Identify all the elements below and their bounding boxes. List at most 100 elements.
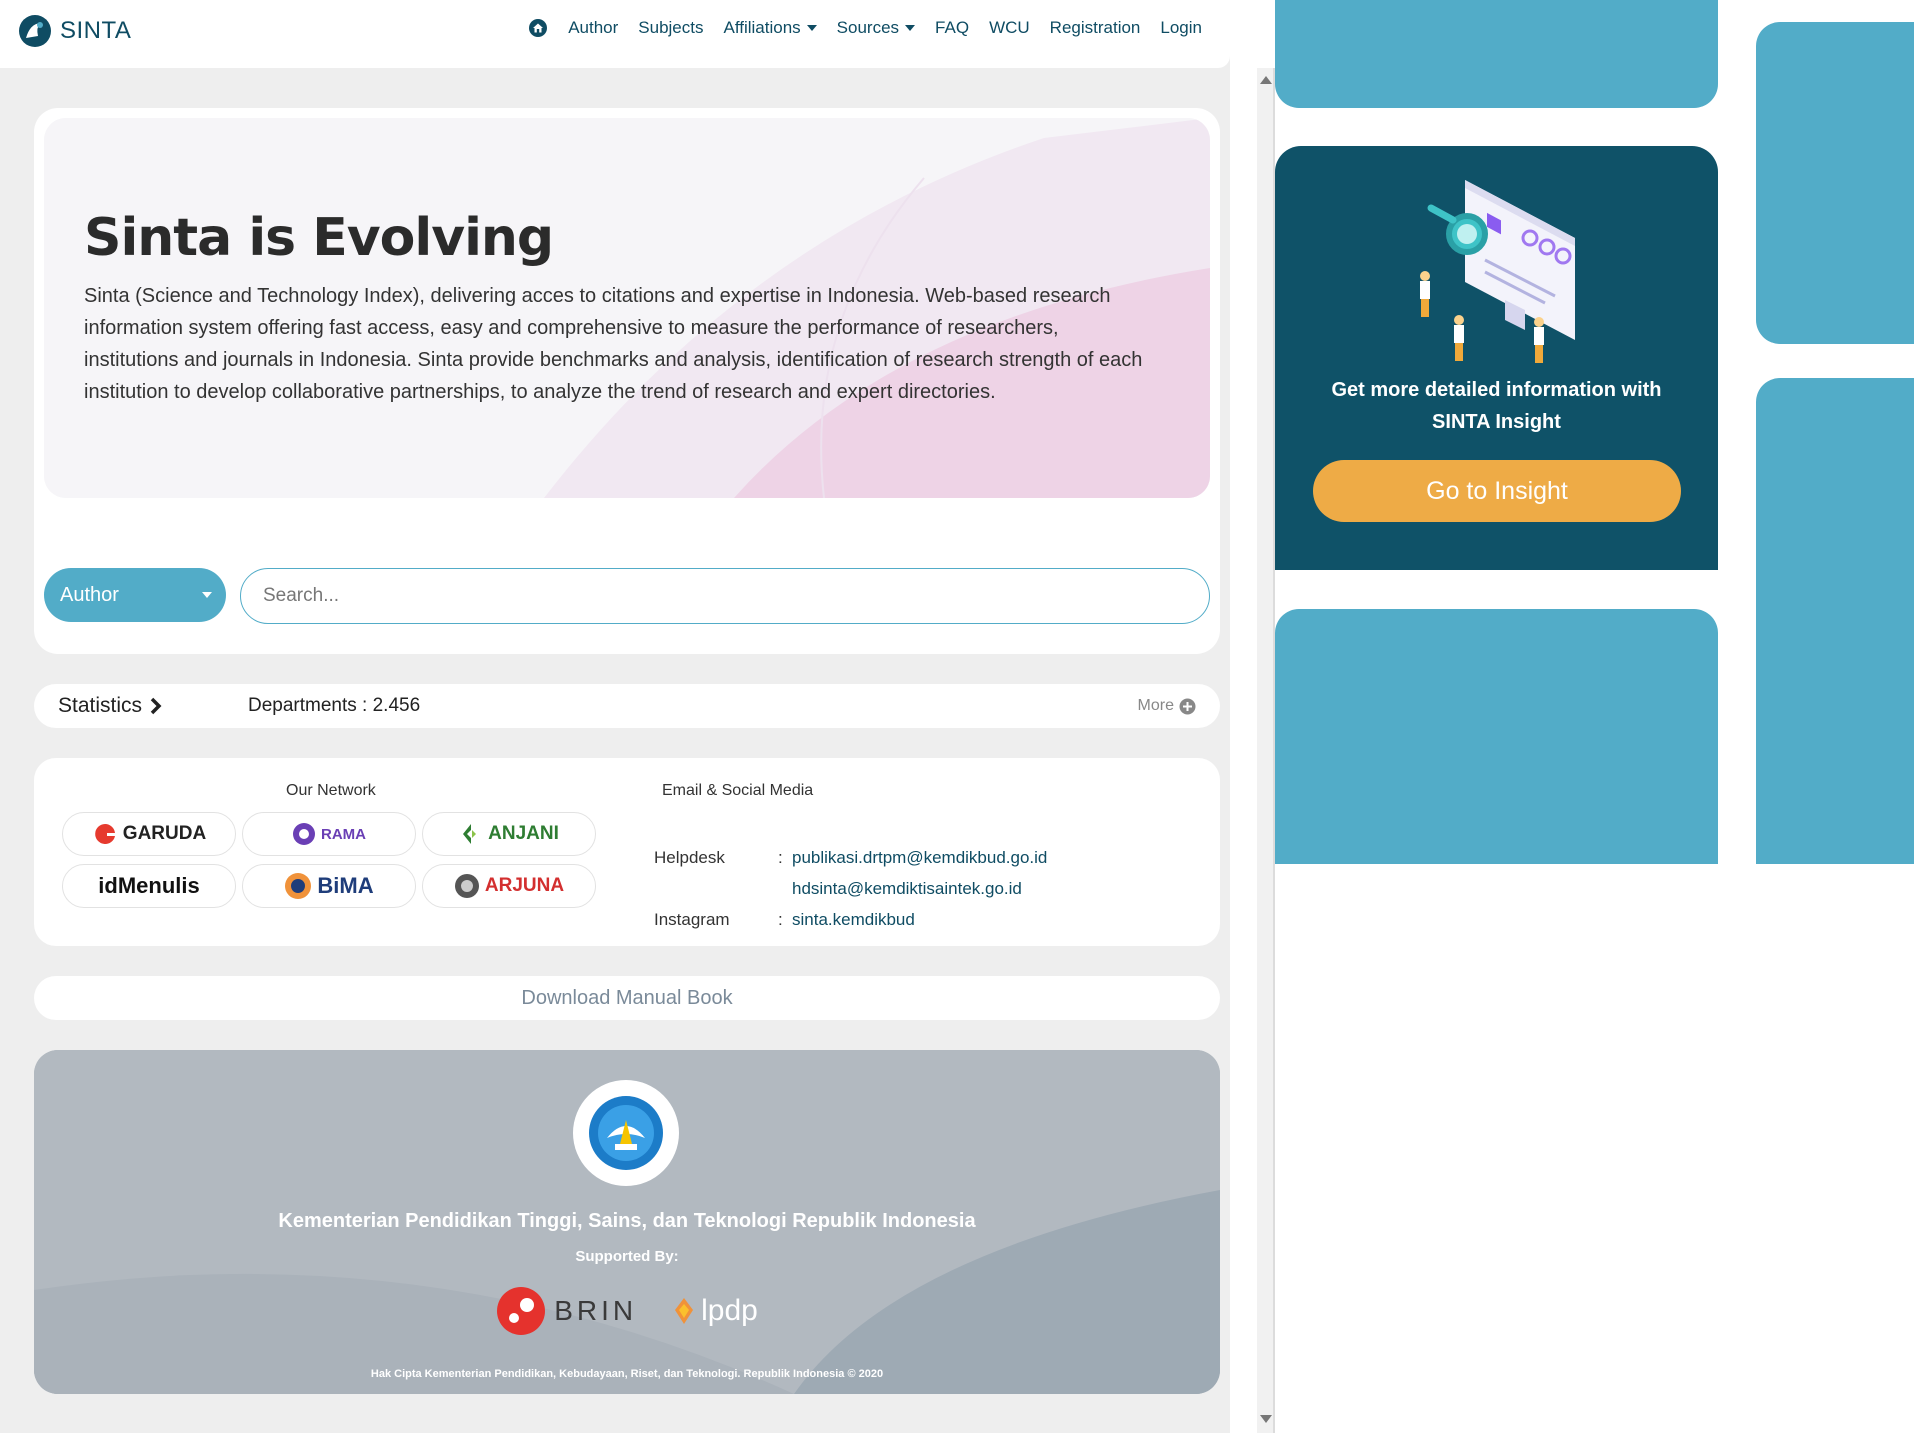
helpdesk-email-1[interactable]: publikasi.drtpm@kemdikbud.go.id — [792, 842, 1047, 873]
nav-registration[interactable]: Registration — [1050, 18, 1141, 38]
search-row: Author — [44, 568, 1210, 624]
search-category-label: Author — [60, 583, 119, 606]
sponsor-lpdp-label: lpdp — [701, 1294, 758, 1327]
nav-home[interactable] — [528, 18, 548, 38]
network-rama-label: RAMA — [321, 825, 366, 843]
ministry-logo — [573, 1080, 679, 1186]
stats-toggle[interactable]: Statistics — [58, 694, 162, 718]
insight-illustration — [1420, 180, 1575, 363]
stats-label: Statistics — [58, 694, 143, 717]
network-arjuna[interactable]: ARJUNA — [422, 864, 596, 908]
nav-links: Author Subjects Affiliations Sources FAQ… — [528, 18, 1202, 38]
home-icon — [529, 19, 548, 37]
chevron-right-icon — [150, 697, 162, 715]
separator: : — [778, 910, 783, 929]
network-card: Our Network Email & Social Media GARUDA … — [34, 758, 1220, 946]
nav-author-label: Author — [568, 18, 619, 37]
arjuna-logo-icon — [454, 874, 479, 898]
stats-more-link[interactable]: More — [1138, 697, 1196, 715]
stats-value: Departments : 2.456 — [248, 695, 421, 716]
bima-logo-icon — [285, 873, 312, 899]
brin-logo-icon — [497, 1287, 546, 1335]
contact-row-helpdesk: Helpdesk : publikasi.drtpm@kemdikbud.go.… — [654, 842, 1047, 873]
nav-affiliations[interactable]: Affiliations — [723, 18, 817, 38]
nav-sources[interactable]: Sources — [836, 18, 916, 38]
sponsor-lpdp[interactable]: lpdp — [671, 1294, 758, 1328]
contact-row-instagram: Instagram : sinta.kemdikbud — [654, 904, 1047, 935]
instagram-label: Instagram — [654, 910, 730, 929]
hero-description: Sinta (Science and Technology Index), de… — [84, 285, 1143, 403]
insight-card: Get more detailed information with SINTA… — [1275, 146, 1718, 570]
footer-ministry-name: Kementerian Pendidikan Tinggi, Sains, da… — [278, 1210, 976, 1232]
navbar: SINTA Author Subjects Affiliations Sourc… — [0, 0, 1230, 68]
main-column: SINTA Author Subjects Affiliations Sourc… — [0, 0, 1230, 1433]
helpdesk-label: Helpdesk — [654, 848, 725, 867]
search-input[interactable] — [240, 568, 1210, 624]
hero-title: Sinta is Evolving — [84, 208, 554, 268]
side-banner-right-1 — [1756, 22, 1914, 344]
contact-row-helpdesk-2: hdsinta@kemdiktisaintek.go.id — [654, 873, 1047, 904]
download-manual-button[interactable]: Download Manual Book — [34, 976, 1220, 1020]
sinta-logo-icon — [19, 15, 51, 47]
nav-affiliations-label: Affiliations — [723, 18, 801, 37]
insight-text: Get more detailed information with SINTA… — [1331, 379, 1662, 433]
chevron-down-icon — [905, 25, 916, 31]
garuda-logo-icon — [94, 823, 115, 844]
plus-circle-icon — [1179, 698, 1196, 714]
network-bima-label: BiMA — [317, 873, 374, 898]
side-banner-bottom — [1275, 609, 1718, 864]
network-idmenulis-label: idMenulis — [98, 873, 200, 898]
sponsor-brin-label: BRIN — [554, 1295, 638, 1326]
search-category-select[interactable]: Author — [44, 568, 226, 622]
helpdesk-email-2[interactable]: hdsinta@kemdiktisaintek.go.id — [792, 873, 1022, 904]
lpdp-logo-icon — [675, 1298, 694, 1324]
network-idmenulis[interactable]: idMenulis — [62, 864, 236, 908]
hero-card: Sinta is Evolving Sinta (Science and Tec… — [34, 108, 1220, 654]
network-garuda[interactable]: GARUDA — [62, 812, 236, 856]
anjani-logo-icon — [463, 824, 477, 844]
sponsor-brin[interactable]: BRIN — [496, 1286, 637, 1336]
nav-faq-label: FAQ — [935, 18, 970, 37]
separator: : — [778, 848, 783, 867]
nav-registration-label: Registration — [1049, 18, 1141, 37]
brand[interactable]: SINTA — [18, 14, 131, 48]
network-grid: GARUDA RAMA ANJANI idMenulis BiMA ARJUNA — [62, 812, 598, 908]
nav-wcu-label: WCU — [989, 18, 1030, 37]
stats-more-label: More — [1137, 697, 1174, 714]
nav-login-label: Login — [1160, 18, 1202, 37]
rama-logo-icon — [293, 823, 315, 845]
instagram-link[interactable]: sinta.kemdikbud — [792, 904, 915, 935]
footer: Kementerian Pendidikan Tinggi, Sains, da… — [34, 1050, 1220, 1394]
network-garuda-label: GARUDA — [122, 823, 207, 844]
network-arjuna-label: ARJUNA — [484, 875, 565, 896]
nav-subjects-label: Subjects — [638, 18, 704, 37]
side-banner-top — [1275, 0, 1718, 108]
nav-sources-label: Sources — [836, 18, 900, 37]
sponsor-logos: BRIN lpdp — [34, 1286, 1220, 1336]
nav-wcu[interactable]: WCU — [989, 18, 1030, 38]
scroll-up-arrow-icon[interactable] — [1260, 76, 1272, 84]
footer-supported-by: Supported By: — [575, 1248, 679, 1265]
brand-name: SINTA — [60, 17, 132, 44]
contact-info: Helpdesk : publikasi.drtpm@kemdikbud.go.… — [654, 842, 1047, 935]
nav-author[interactable]: Author — [568, 18, 618, 38]
chevron-down-icon — [806, 25, 817, 31]
stats-bar: Statistics Departments : 2.456 More — [34, 684, 1220, 728]
page-scrollbar[interactable] — [1257, 68, 1275, 1433]
tut-wuri-handayani-emblem-icon — [589, 1096, 663, 1170]
network-bima[interactable]: BiMA — [242, 864, 416, 908]
go-to-insight-button[interactable]: Go to Insight — [1313, 460, 1681, 522]
go-to-insight-label: Go to Insight — [1426, 476, 1568, 505]
side-banner-right-2 — [1756, 378, 1914, 864]
hero-banner: Sinta is Evolving Sinta (Science and Tec… — [44, 118, 1210, 498]
network-anjani[interactable]: ANJANI — [422, 812, 596, 856]
download-manual-label: Download Manual Book — [521, 986, 733, 1009]
network-rama[interactable]: RAMA — [242, 812, 416, 856]
nav-login[interactable]: Login — [1160, 18, 1202, 38]
nav-subjects[interactable]: Subjects — [638, 18, 703, 38]
nav-faq[interactable]: FAQ — [935, 18, 969, 38]
scroll-down-arrow-icon[interactable] — [1260, 1415, 1272, 1423]
chevron-down-icon — [202, 592, 212, 598]
network-anjani-label: ANJANI — [488, 823, 559, 844]
contact-heading: Email & Social Media — [662, 782, 814, 799]
